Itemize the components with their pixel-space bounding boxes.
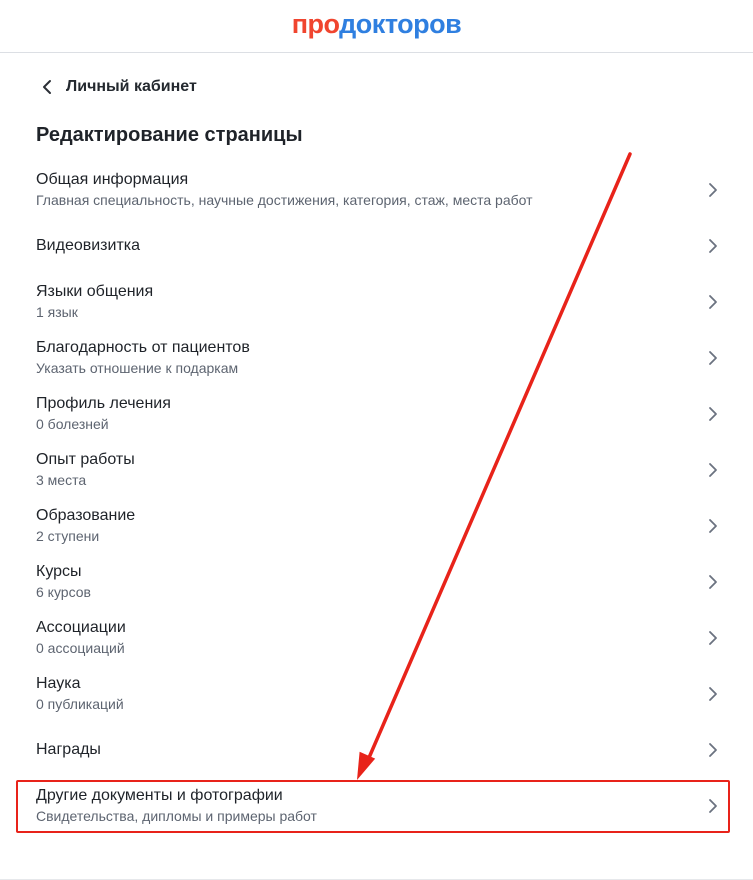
menu-item-education[interactable]: Образование 2 ступени [16, 506, 730, 546]
menu-item-label: Ассоциации [36, 619, 126, 636]
menu-item-associations[interactable]: Ассоциации 0 ассоциаций [16, 618, 730, 658]
menu-item-subtitle: 6 курсов [36, 584, 91, 600]
chevron-right-icon [709, 799, 717, 813]
chevron-right-icon [709, 631, 717, 645]
prodoktorov-logo[interactable]: продокторов [292, 9, 462, 40]
chevron-right-icon [709, 687, 717, 701]
menu-item-courses[interactable]: Курсы 6 курсов [16, 562, 730, 602]
chevron-right-icon [709, 295, 717, 309]
menu-item-patient-gratitude[interactable]: Благодарность от пациентов Указать отнош… [16, 338, 730, 378]
chevron-left-icon [42, 79, 52, 95]
chevron-right-icon [709, 239, 717, 253]
chevron-right-icon [709, 463, 717, 477]
chevron-right-icon [709, 407, 717, 421]
chevron-right-icon [709, 351, 717, 365]
menu-item-awards[interactable]: Награды [16, 740, 730, 760]
menu-item-label: Общая информация [36, 171, 189, 188]
chevron-right-icon [709, 743, 717, 757]
menu-item-science[interactable]: Наука 0 публикаций [16, 674, 730, 714]
chevron-right-icon [709, 183, 717, 197]
menu-item-label: Видеовизитка [36, 237, 141, 254]
menu-item-label: Награды [36, 741, 101, 758]
menu-item-subtitle: Свидетельства, дипломы и примеры работ [36, 808, 317, 824]
menu-item-subtitle: 2 ступени [36, 528, 100, 544]
menu-item-work-experience[interactable]: Опыт работы 3 места [16, 450, 730, 490]
menu-item-label: Другие документы и фотографии [36, 787, 283, 804]
menu-item-label: Профиль лечения [36, 395, 171, 412]
logo-part-pro: про [291, 8, 340, 39]
menu-item-video-card[interactable]: Видеовизитка [16, 236, 730, 256]
chevron-right-icon [709, 575, 717, 589]
menu-item-subtitle: 1 язык [36, 304, 78, 320]
menu-item-label: Опыт работы [36, 451, 135, 468]
menu-item-label: Курсы [36, 563, 82, 580]
menu-item-subtitle: Главная специальность, научные достижени… [36, 192, 533, 208]
back-to-cabinet-link[interactable]: Личный кабинет [42, 74, 197, 100]
menu-item-treatment-profile[interactable]: Профиль лечения 0 болезней [16, 394, 730, 434]
menu-item-subtitle: 3 места [36, 472, 87, 488]
menu-item-subtitle: 0 публикаций [36, 696, 124, 712]
menu-item-label: Языки общения [36, 283, 154, 300]
menu-item-general-info[interactable]: Общая информация Главная специальность, … [16, 170, 730, 210]
menu-item-label: Образование [36, 507, 136, 524]
menu-item-subtitle: 0 болезней [36, 416, 109, 432]
menu-item-label: Наука [36, 675, 81, 692]
menu-item-label: Благодарность от пациентов [36, 339, 250, 356]
back-link-label: Личный кабинет [66, 78, 197, 95]
menu-item-languages[interactable]: Языки общения 1 язык [16, 282, 730, 322]
site-header: продокторов [0, 0, 753, 53]
menu-item-subtitle: Указать отношение к подаркам [36, 360, 239, 376]
menu-item-subtitle: 0 ассоциаций [36, 640, 125, 656]
logo-part-doktorov: докторов [339, 8, 462, 39]
page-title: Редактирование страницы [36, 124, 303, 146]
chevron-right-icon [709, 519, 717, 533]
menu-item-other-documents[interactable]: Другие документы и фотографии Свидетельс… [16, 786, 730, 826]
